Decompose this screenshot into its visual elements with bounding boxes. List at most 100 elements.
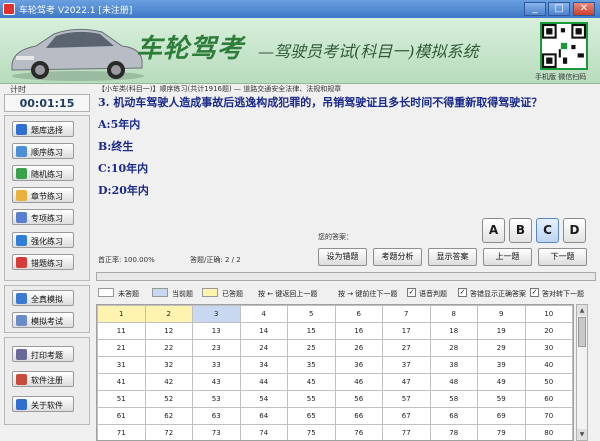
question-cell[interactable]: 72 bbox=[144, 424, 193, 440]
question-cell[interactable]: 28 bbox=[429, 339, 478, 357]
question-cell[interactable]: 17 bbox=[382, 322, 431, 340]
question-cell[interactable]: 18 bbox=[429, 322, 478, 340]
question-cell[interactable]: 41 bbox=[97, 373, 146, 391]
question-cell[interactable]: 69 bbox=[477, 407, 526, 425]
question-cell[interactable]: 62 bbox=[144, 407, 193, 425]
question-cell[interactable]: 47 bbox=[382, 373, 431, 391]
nav-button-exam-0[interactable]: 全真模拟 bbox=[12, 290, 74, 306]
question-cell[interactable]: 57 bbox=[382, 390, 431, 408]
question-cell[interactable]: 48 bbox=[429, 373, 478, 391]
question-cell[interactable]: 4 bbox=[239, 305, 288, 323]
question-cell[interactable]: 13 bbox=[192, 322, 241, 340]
question-cell[interactable]: 8 bbox=[429, 305, 478, 323]
nav-button-practice-2[interactable]: 随机练习 bbox=[12, 165, 74, 181]
question-cell[interactable]: 34 bbox=[239, 356, 288, 374]
nav-button-tools-1[interactable]: 软件注册 bbox=[12, 371, 74, 387]
question-cell[interactable]: 37 bbox=[382, 356, 431, 374]
question-cell[interactable]: 49 bbox=[477, 373, 526, 391]
voice-checkbox[interactable]: ✓ bbox=[407, 288, 416, 297]
question-cell[interactable]: 9 bbox=[477, 305, 526, 323]
question-cell[interactable]: 23 bbox=[192, 339, 241, 357]
scroll-down-arrow[interactable]: ▼ bbox=[577, 429, 587, 440]
question-cell[interactable]: 39 bbox=[477, 356, 526, 374]
question-cell[interactable]: 58 bbox=[429, 390, 478, 408]
question-cell[interactable]: 77 bbox=[382, 424, 431, 440]
question-cell[interactable]: 14 bbox=[239, 322, 288, 340]
question-cell[interactable]: 59 bbox=[477, 390, 526, 408]
question-cell[interactable]: 44 bbox=[239, 373, 288, 391]
question-cell[interactable]: 67 bbox=[382, 407, 431, 425]
analysis-button[interactable]: 考题分析 bbox=[373, 248, 422, 266]
maximize-button[interactable]: □ bbox=[548, 2, 570, 16]
answer-d-button[interactable]: D bbox=[563, 218, 586, 243]
question-cell[interactable]: 10 bbox=[524, 305, 573, 323]
question-cell[interactable]: 51 bbox=[97, 390, 146, 408]
minimize-button[interactable]: _ bbox=[524, 2, 546, 16]
question-cell[interactable]: 31 bbox=[97, 356, 146, 374]
prev-question-button[interactable]: 上一题 bbox=[483, 248, 532, 266]
question-cell[interactable]: 20 bbox=[524, 322, 573, 340]
nav-button-practice-5[interactable]: 强化练习 bbox=[12, 232, 74, 248]
nav-button-tools-2[interactable]: 关于软件 bbox=[12, 396, 74, 412]
question-cell[interactable]: 38 bbox=[429, 356, 478, 374]
question-cell[interactable]: 79 bbox=[477, 424, 526, 440]
question-cell[interactable]: 16 bbox=[334, 322, 383, 340]
question-cell[interactable]: 53 bbox=[192, 390, 241, 408]
nav-button-exam-1[interactable]: 模拟考试 bbox=[12, 312, 74, 328]
nav-button-tools-0[interactable]: 打印考题 bbox=[12, 346, 74, 362]
question-cell[interactable]: 15 bbox=[287, 322, 336, 340]
show-answer-button[interactable]: 显示答案 bbox=[428, 248, 477, 266]
question-cell[interactable]: 45 bbox=[287, 373, 336, 391]
nav-button-practice-4[interactable]: 专项练习 bbox=[12, 209, 74, 225]
question-cell[interactable]: 27 bbox=[382, 339, 431, 357]
question-cell[interactable]: 43 bbox=[192, 373, 241, 391]
question-cell[interactable]: 73 bbox=[192, 424, 241, 440]
question-cell[interactable]: 1 bbox=[97, 305, 146, 323]
question-cell[interactable]: 26 bbox=[334, 339, 383, 357]
question-cell[interactable]: 42 bbox=[144, 373, 193, 391]
nav-button-practice-3[interactable]: 章节练习 bbox=[12, 187, 74, 203]
nav-button-practice-1[interactable]: 顺序练习 bbox=[12, 143, 74, 159]
question-cell[interactable]: 5 bbox=[287, 305, 336, 323]
question-cell[interactable]: 30 bbox=[524, 339, 573, 357]
question-cell[interactable]: 24 bbox=[239, 339, 288, 357]
question-cell[interactable]: 40 bbox=[524, 356, 573, 374]
question-cell[interactable]: 76 bbox=[334, 424, 383, 440]
question-cell[interactable]: 65 bbox=[287, 407, 336, 425]
next-question-button[interactable]: 下一题 bbox=[538, 248, 587, 266]
question-cell[interactable]: 11 bbox=[97, 322, 146, 340]
nav-button-practice-0[interactable]: 题库选择 bbox=[12, 121, 74, 137]
scroll-up-arrow[interactable]: ▲ bbox=[577, 305, 587, 316]
question-cell[interactable]: 74 bbox=[239, 424, 288, 440]
question-cell[interactable]: 80 bbox=[524, 424, 573, 440]
question-cell[interactable]: 54 bbox=[239, 390, 288, 408]
question-cell[interactable]: 55 bbox=[287, 390, 336, 408]
question-cell[interactable]: 36 bbox=[334, 356, 383, 374]
answer-c-button[interactable]: C bbox=[536, 218, 559, 243]
question-cell[interactable]: 50 bbox=[524, 373, 573, 391]
question-cell[interactable]: 6 bbox=[334, 305, 383, 323]
question-cell[interactable]: 56 bbox=[334, 390, 383, 408]
close-button[interactable]: ✕ bbox=[573, 2, 595, 16]
mark-wrong-button[interactable]: 设为错题 bbox=[318, 248, 367, 266]
question-cell[interactable]: 2 bbox=[144, 305, 193, 323]
question-cell[interactable]: 70 bbox=[524, 407, 573, 425]
question-cell[interactable]: 61 bbox=[97, 407, 146, 425]
question-cell[interactable]: 46 bbox=[334, 373, 383, 391]
question-cell[interactable]: 33 bbox=[192, 356, 241, 374]
question-cell[interactable]: 60 bbox=[524, 390, 573, 408]
question-cell[interactable]: 78 bbox=[429, 424, 478, 440]
question-cell[interactable]: 64 bbox=[239, 407, 288, 425]
question-cell[interactable]: 63 bbox=[192, 407, 241, 425]
question-cell[interactable]: 68 bbox=[429, 407, 478, 425]
question-cell[interactable]: 22 bbox=[144, 339, 193, 357]
answer-a-button[interactable]: A bbox=[482, 218, 505, 243]
question-cell[interactable]: 19 bbox=[477, 322, 526, 340]
question-cell[interactable]: 75 bbox=[287, 424, 336, 440]
question-cell[interactable]: 12 bbox=[144, 322, 193, 340]
nav-button-practice-6[interactable]: 错题练习 bbox=[12, 254, 74, 270]
question-cell[interactable]: 71 bbox=[97, 424, 146, 440]
scroll-thumb[interactable] bbox=[578, 317, 586, 347]
question-cell[interactable]: 32 bbox=[144, 356, 193, 374]
grid-scrollbar[interactable]: ▲ ▼ bbox=[576, 304, 588, 441]
